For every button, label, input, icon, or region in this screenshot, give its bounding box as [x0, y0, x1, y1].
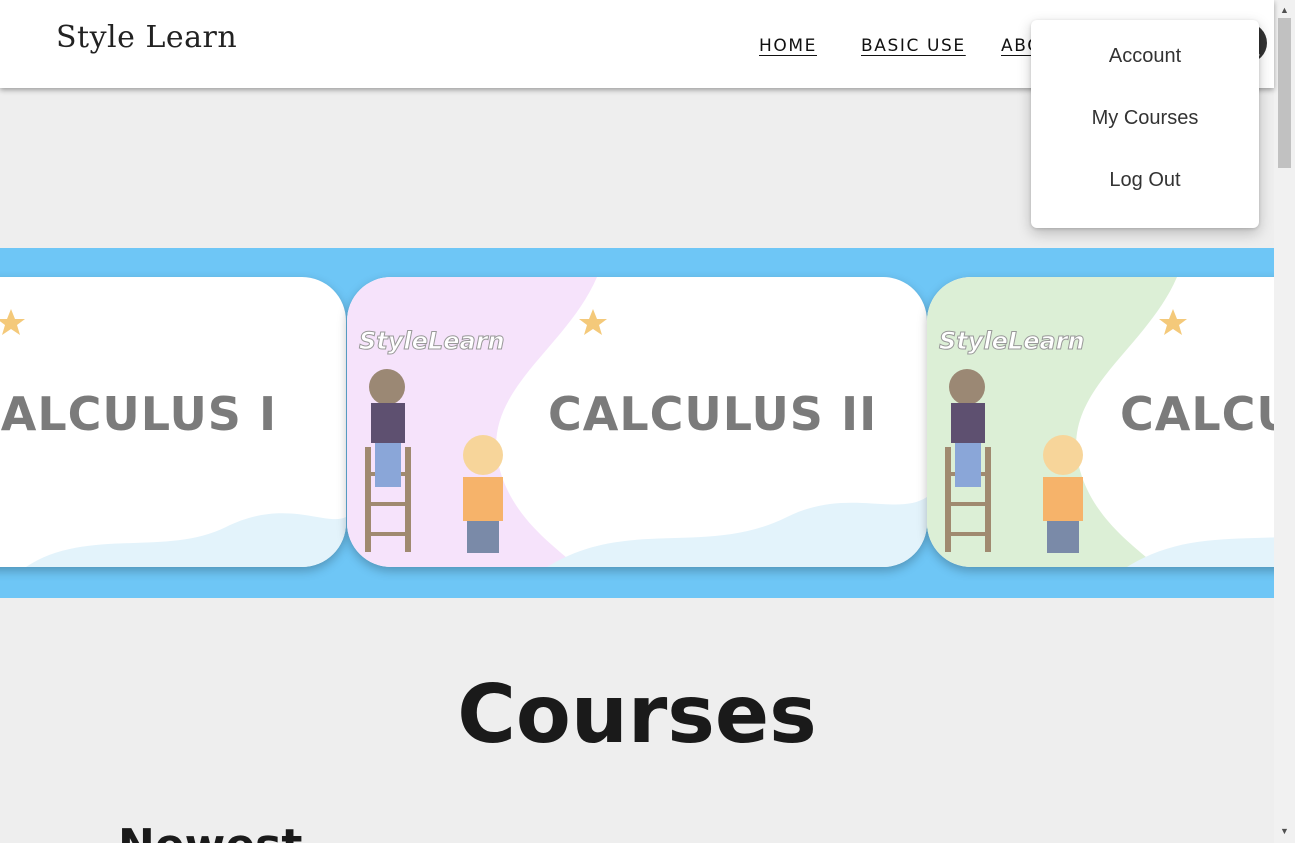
site-logo[interactable]: Style Learn [56, 20, 237, 55]
section-heading-newest: Newest [118, 820, 302, 843]
menu-item-log-out[interactable]: Log Out [1031, 149, 1259, 211]
course-card-calculus-2[interactable]: StyleLearn CALCULUS II [347, 277, 927, 567]
vertical-scrollbar[interactable]: ▲ ▼ [1274, 0, 1295, 843]
scrollbar-thumb[interactable] [1278, 18, 1291, 168]
scroll-up-arrow-icon[interactable]: ▲ [1274, 2, 1295, 18]
nav-link-basic-use[interactable]: BASIC USE [861, 36, 966, 56]
course-card-calculus-3[interactable]: StyleLearn CALCULUS III [927, 277, 1274, 567]
card-brand-watermark: StyleLearn [359, 327, 506, 356]
menu-item-my-courses[interactable]: My Courses [1031, 87, 1259, 149]
course-card-calculus-1[interactable]: CALCULUS I [0, 277, 346, 567]
nav-link-home[interactable]: HOME [759, 36, 817, 56]
card-title: CALCULUS II [548, 387, 878, 441]
account-dropdown-menu: Account My Courses Log Out [1031, 20, 1259, 228]
card-title: CALCULUS III [1120, 387, 1274, 441]
scroll-down-arrow-icon[interactable]: ▼ [1274, 823, 1295, 839]
card-title: CALCULUS I [0, 387, 278, 441]
menu-item-account[interactable]: Account [1031, 25, 1259, 87]
course-carousel: CALCULUS I StyleLearn CALCULUS II [0, 248, 1274, 598]
page-heading-courses: Courses [457, 668, 817, 761]
card-brand-watermark: StyleLearn [939, 327, 1086, 356]
